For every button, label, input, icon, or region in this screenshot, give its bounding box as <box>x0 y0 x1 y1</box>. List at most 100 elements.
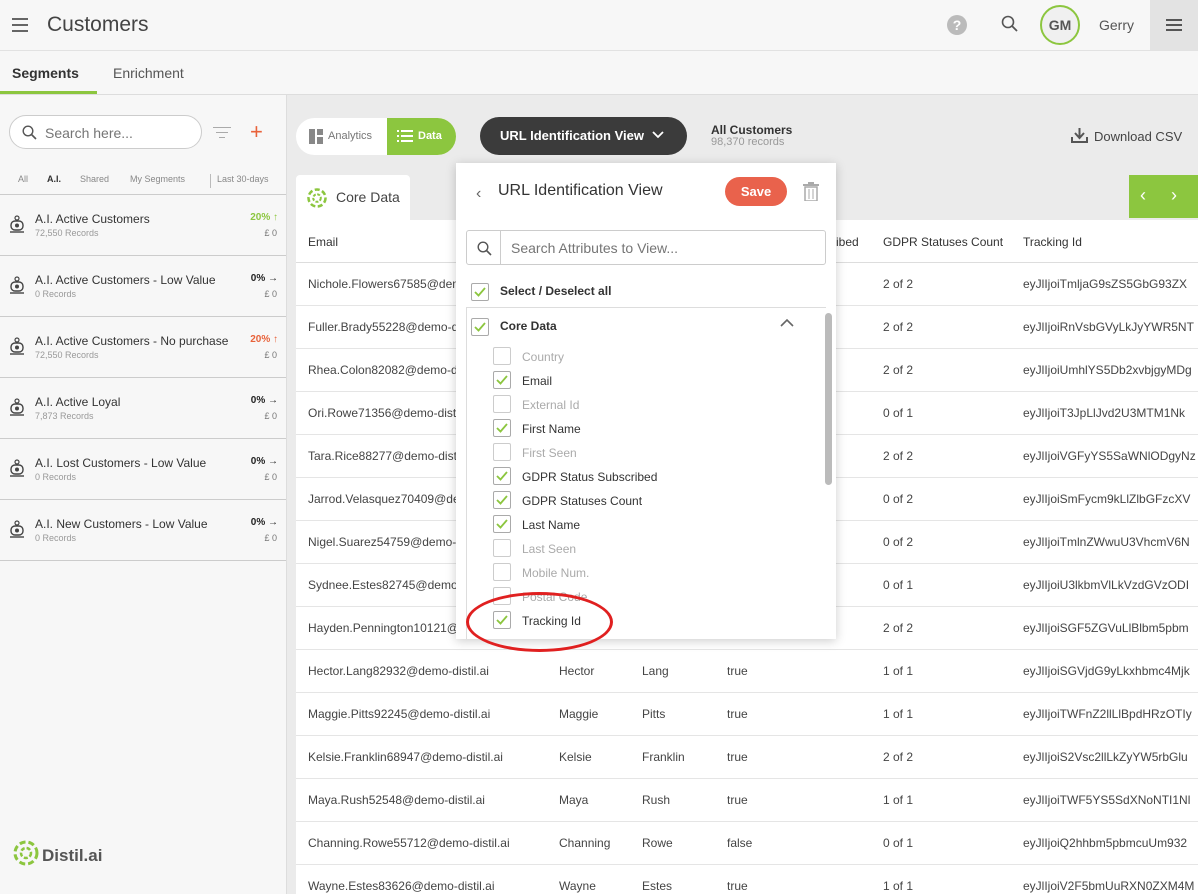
chevron-up-icon[interactable] <box>780 318 794 327</box>
email-cell: Wayne.Estes83626@demo-distil.ai <box>308 879 495 893</box>
prev-columns-button[interactable]: ‹ <box>1140 185 1146 206</box>
attribute-checkbox[interactable] <box>493 491 511 509</box>
help-icon[interactable]: ? <box>947 15 967 35</box>
filter-shared[interactable]: Shared <box>80 174 109 184</box>
email-cell: Sydnee.Estes82745@demo <box>308 578 458 592</box>
tab-segments[interactable]: Segments <box>12 65 79 81</box>
avatar[interactable]: GM <box>1040 5 1080 45</box>
top-bar: Customers ? GM Gerry <box>0 0 1198 51</box>
attribute-checkbox[interactable] <box>493 395 511 413</box>
attribute-search[interactable] <box>466 230 826 265</box>
attribute-checkbox[interactable] <box>493 443 511 461</box>
attribute-label[interactable]: Country <box>522 350 564 364</box>
attribute-label[interactable]: GDPR Status Subscribed <box>522 470 657 484</box>
segment-search-input[interactable] <box>45 122 195 144</box>
attribute-label[interactable]: Email <box>522 374 552 388</box>
attribute-search-input[interactable] <box>511 238 811 258</box>
attribute-label[interactable]: External Id <box>522 398 579 412</box>
column-header-gdpr-status-subscribed[interactable]: ibed <box>836 235 859 249</box>
attribute-checkbox[interactable] <box>493 515 511 533</box>
list-item[interactable]: A.I. Active Customers 72,550 Records 20%… <box>0 195 286 256</box>
tab-enrichment[interactable]: Enrichment <box>113 65 184 81</box>
attribute-checkbox[interactable] <box>493 539 511 557</box>
table-row[interactable]: Kelsie.Franklin68947@demo-distil.ai Kelsi… <box>296 736 1198 779</box>
attribute-label[interactable]: First Seen <box>522 446 577 460</box>
gdpr-count-cell: 2 of 2 <box>883 363 914 377</box>
column-header-tracking-id[interactable]: Tracking Id <box>1023 235 1082 249</box>
list-item[interactable]: A.I. Active Customers - Low Value 0 Reco… <box>0 256 286 317</box>
save-button[interactable]: Save <box>725 177 787 206</box>
menu-icon[interactable] <box>12 18 28 32</box>
segment-name: A.I. Active Customers - No purchase <box>35 334 229 348</box>
select-all-checkbox[interactable] <box>471 283 489 301</box>
data-toggle[interactable]: Data <box>387 118 456 155</box>
ai-robot-icon <box>10 520 24 538</box>
list-item[interactable]: A.I. Active Customers - No purchase 72,5… <box>0 317 286 378</box>
gdpr-count-cell: 2 of 2 <box>883 277 914 291</box>
segment-records: 0 Records <box>35 472 77 482</box>
divider <box>500 231 501 264</box>
last-name-cell: Rowe <box>642 836 673 850</box>
email-cell: Nichole.Flowers67585@dem <box>308 277 463 291</box>
attribute-checkbox[interactable] <box>493 347 511 365</box>
segment-filters: All A.I. Shared My Segments Last 30-days <box>0 174 287 190</box>
filter-all[interactable]: All <box>18 174 28 184</box>
select-all-label[interactable]: Select / Deselect all <box>500 284 611 298</box>
checkmark-icon <box>496 495 508 505</box>
analytics-toggle[interactable]: Analytics <box>296 118 387 155</box>
active-tab-indicator <box>0 91 97 94</box>
user-name[interactable]: Gerry <box>1099 17 1134 33</box>
list-item[interactable]: A.I. Active Loyal 7,873 Records 0% → £ 0 <box>0 378 286 439</box>
group-checkbox-core-data[interactable] <box>471 318 489 336</box>
gdpr-subscribed-cell: false <box>727 836 753 850</box>
list-item[interactable]: A.I. Lost Customers - Low Value 0 Record… <box>0 439 286 500</box>
gdpr-count-cell: 0 of 2 <box>883 492 914 506</box>
all-customers-count: 98,370 records <box>711 136 785 148</box>
filter-ai[interactable]: A.I. <box>47 174 61 184</box>
back-chevron-icon[interactable]: ‹ <box>476 185 481 203</box>
gdpr-count-cell: 0 of 1 <box>883 578 914 592</box>
email-cell: Hayden.Pennington10121@ <box>308 621 459 635</box>
gdpr-count-cell: 2 of 2 <box>883 320 914 334</box>
filter-icon[interactable] <box>213 127 231 139</box>
scrollbar[interactable] <box>825 313 832 485</box>
attribute-label[interactable]: Last Seen <box>522 542 576 556</box>
table-row[interactable]: Hector.Lang82932@demo-distil.ai Hector Lan… <box>296 650 1198 693</box>
column-header-gdpr-statuses-count[interactable]: GDPR Statuses Count <box>883 235 1003 249</box>
all-customers-label: All Customers <box>711 123 793 137</box>
attribute-checkbox[interactable] <box>493 371 511 389</box>
column-header-email[interactable]: Email <box>308 235 338 249</box>
segment-search[interactable] <box>9 115 202 149</box>
attribute-label[interactable]: Mobile Num. <box>522 566 589 580</box>
attribute-label[interactable]: GDPR Statuses Count <box>522 494 642 508</box>
tab-core-data[interactable]: Core Data <box>296 175 410 220</box>
tracking-id-cell: eyJlIjoiSmFycm9kLlZlbGFzcXV <box>1023 492 1191 506</box>
attribute-checkbox[interactable] <box>493 467 511 485</box>
trash-icon[interactable] <box>803 182 819 201</box>
tracking-id-cell: eyJlIjoiQ2hhbm5pbmcuUm932 <box>1023 836 1188 850</box>
attribute-checkbox[interactable] <box>493 419 511 437</box>
table-row[interactable]: Channing.Rowe55712@demo-distil.ai Channin… <box>296 822 1198 865</box>
table-row[interactable]: Wayne.Estes83626@demo-distil.ai Wayne Este… <box>296 865 1198 894</box>
list-view-icon[interactable] <box>1150 0 1198 50</box>
attribute-label[interactable]: Last Name <box>522 518 580 532</box>
list-item[interactable]: A.I. New Customers - Low Value 0 Records… <box>0 500 286 561</box>
tracking-id-cell: eyJlIjoiS2Vsc2llLkZyYW5rbGlu <box>1023 750 1188 764</box>
email-cell: Kelsie.Franklin68947@demo-distil.ai <box>308 750 503 764</box>
email-cell: Ori.Rowe71356@demo-disti <box>308 406 459 420</box>
attribute-label[interactable]: First Name <box>522 422 581 436</box>
add-segment-button[interactable]: + <box>250 119 263 145</box>
attribute-checkbox[interactable] <box>493 563 511 581</box>
view-selector-button[interactable]: URL Identification View <box>480 117 687 155</box>
filter-my-segments[interactable]: My Segments <box>130 174 185 184</box>
divider <box>210 174 211 188</box>
segment-value: £ 0 <box>264 350 277 360</box>
search-icon <box>22 125 37 140</box>
gdpr-count-cell: 1 of 1 <box>883 707 914 721</box>
table-row[interactable]: Maya.Rush52548@demo-distil.ai Maya Rush tru… <box>296 779 1198 822</box>
filter-last-30-days[interactable]: Last 30-days <box>217 174 269 184</box>
search-icon[interactable] <box>1001 15 1019 33</box>
next-columns-button[interactable]: › <box>1171 185 1177 206</box>
download-csv-button[interactable]: Download CSV <box>1071 128 1182 146</box>
table-row[interactable]: Maggie.Pitts92245@demo-distil.ai Maggie Pi… <box>296 693 1198 736</box>
